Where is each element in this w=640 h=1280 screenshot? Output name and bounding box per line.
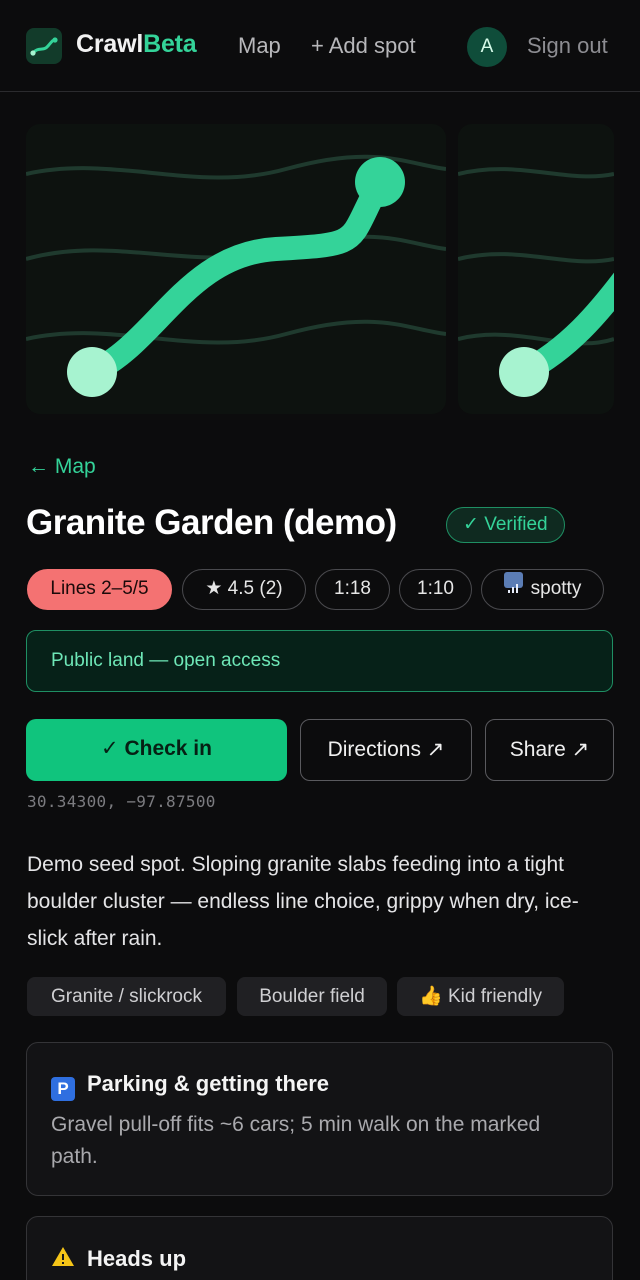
signal-bars-icon (503, 572, 523, 593)
tag-rock-type: Granite / slickrock (27, 977, 226, 1016)
coordinates: 30.34300, −97.87500 (27, 792, 216, 811)
brand-name[interactable]: CrawlBeta (76, 30, 197, 59)
ratio-chip-1: 1:18 (315, 569, 390, 610)
ratio-chip-2: 1:10 (399, 569, 472, 610)
rating-chip[interactable]: ★ 4.5 (2) (182, 569, 306, 610)
heads-up-card: Heads up (26, 1216, 613, 1280)
parking-card: P Parking & getting there Gravel pull-off… (26, 1042, 613, 1196)
back-to-map-link[interactable]: ← Map (28, 455, 96, 479)
check-in-button[interactable]: ✓ Check in (26, 719, 287, 781)
spot-description: Demo seed spot. Sloping granite slabs fe… (27, 853, 579, 950)
avatar[interactable]: A (467, 27, 507, 67)
logo-icon[interactable] (26, 28, 62, 64)
spot-photo-2[interactable] (458, 124, 614, 414)
page-title: Granite Garden (demo) (26, 503, 397, 542)
parking-icon: P (51, 1077, 75, 1101)
directions-button[interactable]: Directions ↗ (300, 719, 472, 781)
tag-kid-friendly: 👍 Kid friendly (397, 977, 564, 1016)
share-button[interactable]: Share ↗ (485, 719, 614, 781)
tag-terrain: Boulder field (237, 977, 387, 1016)
spot-photo-1[interactable] (26, 124, 446, 414)
signal-chip: spotty (481, 569, 604, 610)
nav-map-link[interactable]: Map (238, 33, 281, 59)
signal-label: spotty (530, 578, 582, 599)
parking-card-body: Gravel pull-off fits ~6 cars; 5 min walk… (51, 1113, 541, 1168)
sign-out-button[interactable]: Sign out (527, 33, 608, 59)
heads-up-card-title: Heads up (51, 1245, 186, 1272)
nav-add-spot-link[interactable]: + Add spot (311, 33, 416, 59)
top-nav-bar: CrawlBeta Map + Add spot A Sign out (0, 0, 640, 92)
warning-icon (51, 1245, 75, 1269)
lines-difficulty-chip: Lines 2–5/5 (27, 569, 172, 610)
verified-badge: ✓ Verified (446, 507, 565, 543)
parking-card-title: P Parking & getting there (51, 1071, 329, 1101)
access-banner: Public land — open access (26, 630, 613, 692)
